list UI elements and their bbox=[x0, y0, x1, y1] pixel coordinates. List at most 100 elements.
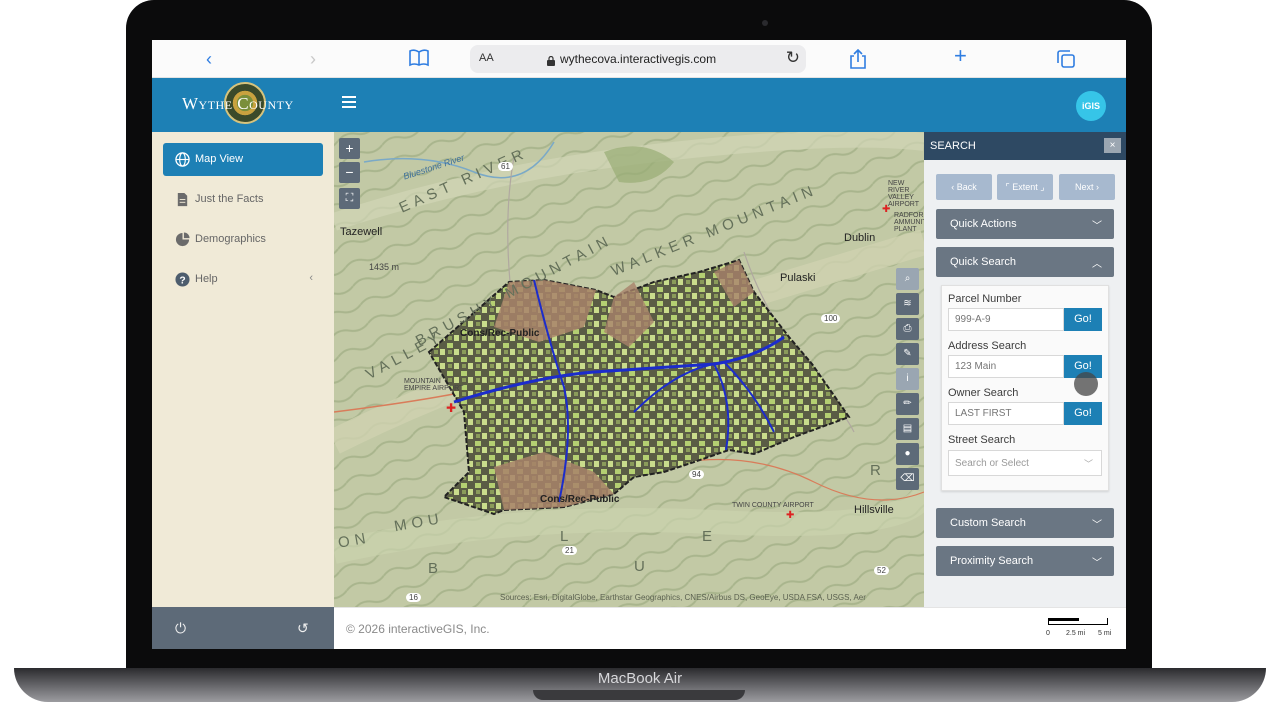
accordion-label: Quick Actions bbox=[950, 218, 1017, 230]
touch-cursor bbox=[1074, 372, 1098, 396]
chevron-left-icon: ‹ bbox=[309, 272, 313, 284]
share-icon[interactable] bbox=[849, 48, 867, 74]
map-label-letter: R bbox=[870, 462, 886, 479]
map-label-letter: B bbox=[428, 560, 444, 577]
pie-chart-icon bbox=[175, 232, 190, 247]
close-icon[interactable]: × bbox=[1104, 138, 1121, 153]
accordion-label: Custom Search bbox=[950, 517, 1026, 529]
igis-logo[interactable]: iGIS bbox=[1076, 91, 1106, 121]
zoom-out-button[interactable]: − bbox=[339, 162, 360, 183]
layers-icon[interactable]: ≋ bbox=[896, 293, 919, 315]
footer-bar: © 2026 interactiveGIS, Inc. 0 2.5 mi 5 m… bbox=[334, 607, 1126, 649]
street-search-select[interactable]: Search or Select ﹀ bbox=[948, 450, 1102, 476]
globe-icon bbox=[175, 152, 190, 167]
sidebar-item-demographics[interactable]: Demographics bbox=[163, 223, 323, 256]
proximity-search-accordion[interactable]: Proximity Search ﹀ bbox=[936, 546, 1114, 576]
map-label-airport: NEW RIVER VALLEY AIRPORT bbox=[888, 180, 919, 208]
chevron-down-icon: ﹀ bbox=[1092, 221, 1102, 232]
svg-text:?: ? bbox=[179, 275, 185, 286]
owner-search-label: Owner Search bbox=[948, 387, 1019, 399]
browser-toolbar: ‹ › AA wythecova.interactivegis.com ↻ + bbox=[152, 40, 1126, 78]
scale-label: 0 bbox=[1046, 630, 1050, 637]
parcel-go-button[interactable]: Go! bbox=[1064, 308, 1102, 331]
road-shield: 16 bbox=[406, 593, 421, 602]
map-label-zone: Cons/Rec-Public bbox=[460, 328, 540, 339]
url-text: wythecova.interactivegis.com bbox=[560, 52, 717, 66]
back-button[interactable]: ‹ Back bbox=[936, 174, 992, 200]
undo-icon[interactable]: ↺ bbox=[297, 620, 309, 637]
eraser-icon[interactable]: ⌫ bbox=[896, 468, 919, 490]
chevron-up-icon: ︿ bbox=[1092, 259, 1102, 270]
search-panel: SEARCH × ‹ Back ⌜ Extent ⌟ Next › Quick … bbox=[924, 132, 1126, 607]
svg-text:✚: ✚ bbox=[786, 510, 794, 521]
power-icon[interactable]: ⏻ bbox=[175, 620, 186, 637]
map-label-facility: RADFORD AMMUNITION PLANT bbox=[894, 212, 924, 233]
measure-icon[interactable]: ✎ bbox=[896, 343, 919, 365]
extent-button[interactable]: ⌜ Extent ⌟ bbox=[997, 174, 1053, 200]
address-search-input[interactable] bbox=[948, 355, 1064, 378]
full-extent-icon[interactable]: ⛶ bbox=[339, 188, 360, 209]
document-icon bbox=[175, 192, 190, 207]
camera-icon bbox=[762, 20, 768, 26]
sidebar-item-help[interactable]: ? Help ‹ bbox=[163, 263, 323, 296]
quick-search-accordion[interactable]: Quick Search ︿ bbox=[936, 247, 1114, 277]
sidebar-item-label: Just the Facts bbox=[195, 193, 264, 205]
owner-search-input[interactable] bbox=[948, 402, 1064, 425]
text-size-button[interactable]: AA bbox=[479, 52, 494, 64]
map-toolbar: ⌕ ≋ ⎙ ✎ i ✏ ▤ ● ⌫ bbox=[896, 268, 919, 493]
menu-toggle-button[interactable] bbox=[342, 96, 356, 108]
sidebar-footer: ⏻ ↺ bbox=[152, 607, 334, 649]
map-label-letter: U bbox=[634, 558, 650, 575]
road-shield: 94 bbox=[689, 470, 704, 479]
street-search-label: Street Search bbox=[948, 434, 1016, 446]
quick-actions-accordion[interactable]: Quick Actions ﹀ bbox=[936, 209, 1114, 239]
tabs-icon[interactable] bbox=[1057, 50, 1075, 73]
parcel-number-label: Parcel Number bbox=[948, 293, 1022, 305]
marker-icon[interactable]: ● bbox=[896, 443, 919, 465]
svg-text:✚: ✚ bbox=[446, 401, 456, 415]
forward-icon[interactable]: › bbox=[310, 48, 316, 70]
back-icon[interactable]: ‹ bbox=[206, 48, 212, 70]
search-panel-header: SEARCH × bbox=[924, 132, 1126, 160]
lock-icon bbox=[547, 53, 555, 66]
map-label-town: Tazewell bbox=[340, 226, 383, 238]
county-logo-text[interactable]: Wythe County bbox=[182, 94, 294, 114]
map-label-elevation: 1435 m bbox=[369, 262, 400, 272]
sidebar-item-just-the-facts[interactable]: Just the Facts bbox=[163, 183, 323, 216]
reload-icon[interactable]: ↻ bbox=[786, 48, 800, 68]
map-label-town: Hillsville bbox=[854, 504, 894, 516]
sidebar-item-map-view[interactable]: Map View bbox=[163, 143, 323, 176]
map-label-letter: L bbox=[560, 528, 574, 545]
map-label-letter: E bbox=[702, 528, 718, 545]
street-search-placeholder: Search or Select bbox=[955, 458, 1029, 469]
address-bar[interactable]: AA wythecova.interactivegis.com ↻ bbox=[470, 45, 806, 73]
search-icon[interactable]: ⌕ bbox=[896, 268, 919, 290]
parcel-number-input[interactable] bbox=[948, 308, 1064, 331]
scale-bar bbox=[1048, 618, 1108, 625]
draw-icon[interactable]: ✏ bbox=[896, 393, 919, 415]
road-shield: 61 bbox=[498, 162, 513, 171]
map-label-town: Pulaski bbox=[780, 272, 816, 284]
new-tab-icon[interactable]: + bbox=[954, 45, 967, 67]
map-view[interactable]: ✚ ✚ ✚ EAST RIVER BRUSHY MOUNTAIN WALKER … bbox=[334, 132, 924, 607]
print-icon[interactable]: ⎙ bbox=[896, 318, 919, 340]
map-label-town: Dublin bbox=[844, 232, 876, 244]
bookmarks-icon[interactable] bbox=[409, 49, 429, 72]
custom-search-accordion[interactable]: Custom Search ﹀ bbox=[936, 508, 1114, 538]
sidebar-item-label: Demographics bbox=[195, 233, 266, 245]
owner-go-button[interactable]: Go! bbox=[1064, 402, 1102, 425]
screen: ‹ › AA wythecova.interactivegis.com ↻ + … bbox=[152, 40, 1126, 649]
device-brand-label: MacBook Air bbox=[597, 670, 683, 687]
accordion-label: Quick Search bbox=[950, 256, 1017, 268]
next-button[interactable]: Next › bbox=[1059, 174, 1115, 200]
zoom-in-button[interactable]: + bbox=[339, 138, 360, 159]
sidebar-item-label: Map View bbox=[195, 153, 244, 165]
laptop-notch bbox=[533, 690, 745, 700]
scale-label: 5 mi bbox=[1098, 630, 1112, 637]
info-icon[interactable]: i bbox=[896, 368, 919, 390]
app-header: Wythe County iGIS bbox=[152, 78, 1126, 132]
road-shield: 21 bbox=[562, 546, 577, 555]
table-icon[interactable]: ▤ bbox=[896, 418, 919, 440]
map-attribution: Sources: Esri, DigitalGlobe, Earthstar G… bbox=[500, 593, 866, 602]
map-label-airport: TWIN COUNTY AIRPORT bbox=[732, 502, 814, 509]
